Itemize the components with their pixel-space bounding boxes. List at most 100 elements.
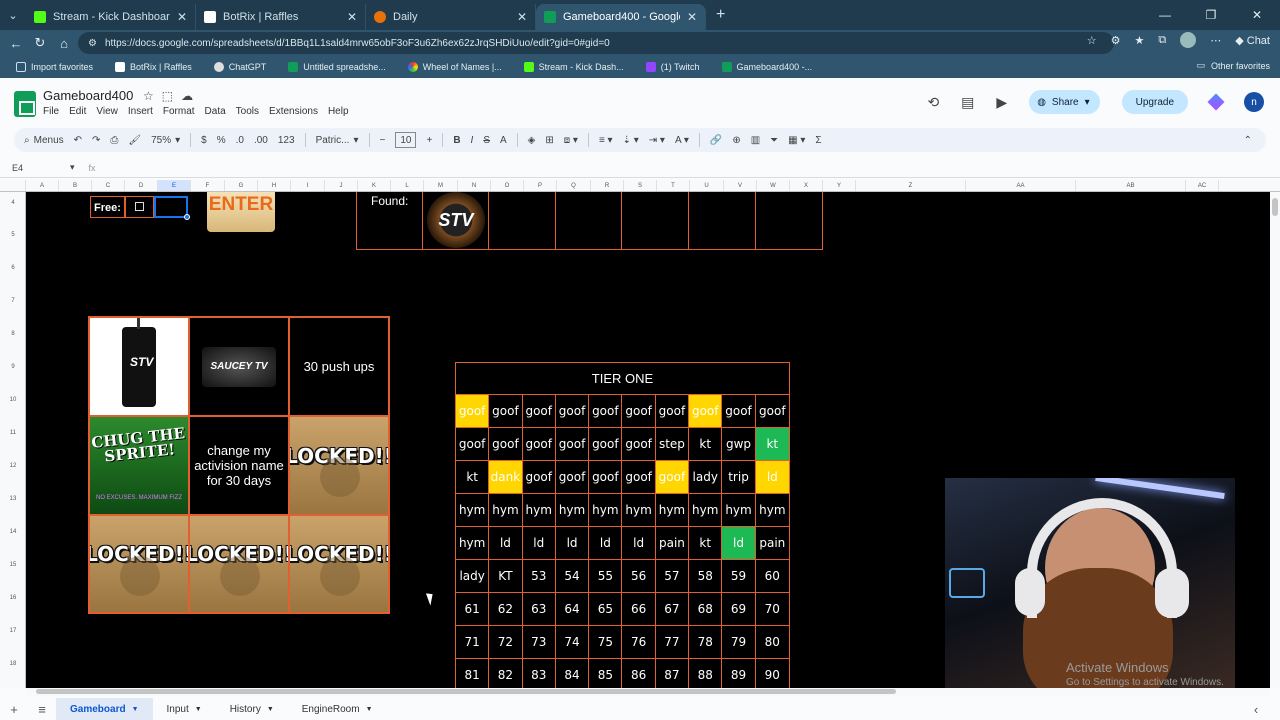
comments-icon[interactable]: ▤ xyxy=(961,94,974,111)
tier-cell[interactable]: 66 xyxy=(622,593,656,626)
tier-cell[interactable]: 83 xyxy=(523,659,556,688)
text-color-button[interactable]: A xyxy=(500,135,507,146)
free-checkbox-cell[interactable] xyxy=(125,196,154,218)
text-rotation-icon[interactable]: A ▾ xyxy=(675,135,689,146)
tier-cell[interactable]: ld xyxy=(589,527,623,560)
version-history-icon[interactable]: ⟲ xyxy=(927,94,939,111)
row-header[interactable]: 15 xyxy=(0,562,26,568)
browser-tab-kick[interactable]: Stream - Kick Dashboard ✕ xyxy=(26,4,196,30)
tier-cell[interactable]: 59 xyxy=(722,560,756,593)
column-header[interactable]: B xyxy=(59,180,92,191)
tier-cell[interactable]: goof xyxy=(755,395,789,428)
row-header[interactable]: 7 xyxy=(0,298,26,304)
chat-button[interactable]: ◆ Chat xyxy=(1235,34,1270,47)
upgrade-button[interactable]: Upgrade xyxy=(1121,90,1188,114)
tier-cell[interactable]: 71 xyxy=(456,626,490,659)
move-folder-icon[interactable]: ⬚ xyxy=(162,89,173,103)
tier-cell[interactable]: kt xyxy=(689,428,723,461)
tier-cell[interactable]: 67 xyxy=(655,593,690,626)
tier-cell[interactable]: dank xyxy=(489,461,523,494)
borders-icon[interactable]: ⊞ xyxy=(545,135,553,146)
fill-color-icon[interactable]: ◈ xyxy=(528,135,536,146)
column-header[interactable]: E xyxy=(158,180,191,191)
favorites-icon[interactable]: ★ xyxy=(1134,34,1144,47)
reload-icon[interactable]: ↻ xyxy=(28,35,52,51)
text-wrap-icon[interactable]: ⇥ ▾ xyxy=(649,135,665,146)
chevron-down-icon[interactable]: ▾ xyxy=(1085,97,1090,108)
close-tab-icon[interactable]: ✕ xyxy=(517,10,527,24)
font-size-input[interactable]: 10 xyxy=(395,132,417,148)
column-header[interactable]: Y xyxy=(823,180,856,191)
tier-cell[interactable]: lady xyxy=(689,461,723,494)
bookmark-chatgpt[interactable]: ChatGPT xyxy=(206,62,275,72)
column-header[interactable]: D xyxy=(125,180,158,191)
column-header[interactable]: AB xyxy=(1076,180,1186,191)
bookmark-kick[interactable]: Stream - Kick Dash... xyxy=(516,62,632,72)
tier-cell[interactable]: 69 xyxy=(722,593,756,626)
found-slot[interactable] xyxy=(556,192,623,249)
tier-cell[interactable]: 72 xyxy=(489,626,523,659)
menu-extensions[interactable]: Extensions xyxy=(269,106,318,117)
favorite-star-icon[interactable]: ☆ xyxy=(1087,34,1097,47)
tier-cell[interactable]: 70 xyxy=(755,593,789,626)
tier-cell[interactable]: hym xyxy=(456,494,490,527)
collections-icon[interactable]: ⧉ xyxy=(1158,34,1166,47)
all-sheets-icon[interactable]: ≡ xyxy=(28,702,56,717)
collapse-toolbar-icon[interactable]: ⌃ xyxy=(1244,135,1252,146)
filter-icon[interactable]: ⏷ xyxy=(770,135,778,146)
redo-icon[interactable]: ↷ xyxy=(92,135,100,146)
tier-cell[interactable]: goof xyxy=(689,395,723,428)
horizontal-align-icon[interactable]: ≡ ▾ xyxy=(599,135,613,146)
row-header[interactable]: 17 xyxy=(0,628,26,634)
tier-cell[interactable]: goof xyxy=(456,428,490,461)
found-slot[interactable] xyxy=(756,192,822,249)
tier-cell[interactable]: 84 xyxy=(556,659,590,688)
tier-cell[interactable]: trip xyxy=(722,461,756,494)
tier-cell[interactable]: goof xyxy=(589,395,623,428)
enter-button[interactable]: ENTER xyxy=(207,192,275,232)
font-select[interactable]: Patric... ▾ xyxy=(316,135,359,146)
tier-cell[interactable]: hym xyxy=(655,494,690,527)
row-header[interactable]: 8 xyxy=(0,331,26,337)
tier-cell[interactable]: 53 xyxy=(522,560,556,593)
column-header[interactable]: M xyxy=(424,180,458,191)
menu-edit[interactable]: Edit xyxy=(69,106,86,117)
menu-file[interactable]: File xyxy=(43,106,59,117)
row-header[interactable]: 18 xyxy=(0,661,26,667)
tier-cell[interactable]: goof xyxy=(522,461,556,494)
column-header[interactable]: N xyxy=(458,180,491,191)
menus-search[interactable]: ⌕ Menus xyxy=(24,135,64,146)
found-slot[interactable] xyxy=(489,192,556,249)
restore-icon[interactable]: ❐ xyxy=(1188,0,1234,30)
tier-cell[interactable]: hym xyxy=(456,527,490,560)
undo-icon[interactable]: ↶ xyxy=(74,135,82,146)
column-header[interactable]: Q xyxy=(557,180,591,191)
fill-handle[interactable] xyxy=(184,214,190,220)
more-icon[interactable]: ⋯ xyxy=(1210,34,1221,47)
tier-cell[interactable]: 61 xyxy=(456,593,490,626)
tier-cell[interactable]: 65 xyxy=(589,593,623,626)
tier-cell[interactable]: goof xyxy=(589,461,623,494)
column-header[interactable]: H xyxy=(258,180,291,191)
tier-cell[interactable]: step xyxy=(655,428,690,461)
menu-data[interactable]: Data xyxy=(205,106,226,117)
strikethrough-button[interactable]: S xyxy=(483,135,490,146)
browser-tab-gameboard[interactable]: Gameboard400 - Google Sheets ✕ xyxy=(536,4,706,30)
tier-cell[interactable]: goof xyxy=(722,395,756,428)
share-button[interactable]: ◍ Share ▾ xyxy=(1029,90,1100,114)
tier-cell[interactable]: kt xyxy=(755,428,789,461)
close-tab-icon[interactable]: ✕ xyxy=(687,10,697,24)
sheet-tab-gameboard[interactable]: Gameboard ▼ xyxy=(56,698,153,720)
font-size-decrease-icon[interactable]: − xyxy=(380,135,386,146)
cloud-status-icon[interactable]: ☁ xyxy=(181,89,193,103)
tier-cell[interactable]: ld xyxy=(489,527,523,560)
column-header[interactable]: R xyxy=(591,180,624,191)
tier-cell[interactable]: hym xyxy=(589,494,623,527)
row-header[interactable]: 4 xyxy=(0,200,26,206)
tier-cell[interactable]: goof xyxy=(589,428,623,461)
menu-tools[interactable]: Tools xyxy=(236,106,259,117)
tier-cell[interactable]: kt xyxy=(689,527,723,560)
tier-cell[interactable]: ld xyxy=(522,527,556,560)
sheet-tab-engineroom[interactable]: EngineRoom ▼ xyxy=(288,698,387,720)
tier-cell[interactable]: hym xyxy=(555,494,590,527)
